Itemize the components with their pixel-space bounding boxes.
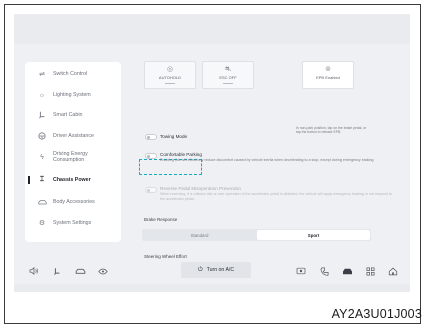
sliders-icon: ⇌ [39, 71, 45, 78]
sidebar-item-system-settings[interactable]: ⚙ System Settings [25, 214, 121, 232]
sidebar-item-label: Smart Cabin [53, 112, 83, 118]
apps-icon[interactable] [364, 265, 376, 277]
sidebar-item-body-accessories[interactable]: Body Accessories [25, 193, 121, 211]
esc-off-label: ESC OFF [219, 75, 237, 80]
home-icon[interactable] [387, 265, 399, 277]
seat-icon [37, 110, 47, 120]
comfortable-parking-toggle[interactable] [145, 153, 157, 159]
reverse-pedal-toggle[interactable] [145, 187, 157, 193]
towing-mode-label: Towing Mode [160, 134, 188, 139]
chassis-icon: ⌶ [39, 176, 45, 183]
reverse-pedal-label: Reverse Pedal Misoperation Prevention [160, 186, 241, 191]
sidebar-item-label: Lighting System [53, 92, 91, 98]
sidebar-item-label: System Settings [53, 220, 92, 226]
status-bar [14, 14, 410, 44]
epb-hint: In non-park position, tap on the brake p… [296, 126, 367, 135]
sidebar-item-label: Driver Assistance [53, 133, 94, 139]
esc-off-button[interactable]: ⛐ ESC OFF [202, 61, 254, 89]
bottom-band [14, 284, 410, 292]
brake-response-title: Brake Response [144, 217, 178, 222]
settings-sidebar: ⇌ Switch Control ☼ Lighting System Smart… [25, 62, 121, 242]
fan-icon[interactable] [97, 265, 109, 277]
volume-icon[interactable] [28, 265, 40, 277]
sidebar-item-label: Switch Control [53, 71, 88, 77]
bottom-dock: ⏻ Turn on A/C [18, 259, 406, 281]
epb-button[interactable]: ⊚ EPB Enabled [302, 61, 354, 89]
sidebar-item-driving-energy[interactable]: ϟ Driving Energy Consumption [25, 148, 121, 166]
esc-indicator [223, 83, 233, 84]
seat-icon[interactable] [51, 265, 63, 277]
ac-label: Turn on A/C [206, 267, 235, 273]
brake-sport-option[interactable]: Sport [257, 230, 370, 240]
sidebar-item-label: Chassis Power [53, 177, 91, 183]
sidebar-item-switch-control[interactable]: ⇌ Switch Control [25, 65, 121, 83]
phone-icon[interactable] [318, 265, 330, 277]
sun-icon: ☼ [38, 91, 46, 99]
energy-icon: ϟ [40, 153, 44, 161]
towing-mode-toggle[interactable] [145, 134, 157, 140]
sidebar-item-label: Driving Energy Consumption [53, 151, 88, 163]
gear-icon: ⚙ [38, 220, 46, 227]
steering-wheel-icon [37, 131, 47, 141]
autohold-button[interactable]: ◎ AUTOHOLD [144, 61, 196, 89]
comfortable-parking-desc: Enabling this will effectively reduce di… [160, 158, 374, 162]
settings-screen: ⇌ Switch Control ☼ Lighting System Smart… [14, 44, 410, 284]
power-icon: ⏻ [197, 266, 203, 273]
sidebar-item-smart-cabin[interactable]: Smart Cabin [25, 106, 121, 124]
car-icon[interactable] [74, 265, 86, 277]
sidebar-item-chassis-power[interactable]: ⌶ Chassis Power [25, 171, 121, 189]
media-icon[interactable] [295, 265, 307, 277]
epb-label: EPB Enabled [316, 75, 340, 80]
autohold-label: AUTOHOLD [158, 75, 182, 80]
epb-icon: ⊚ [325, 66, 331, 73]
autohold-indicator [165, 83, 175, 84]
sidebar-item-label: Body Accessories [53, 199, 95, 205]
sidebar-item-driver-assistance[interactable]: Driver Assistance [25, 127, 121, 145]
reverse-pedal-desc: When reversing, if a collision risk or u… [160, 192, 392, 201]
figure-code: AY2A3U01J003 [331, 307, 422, 321]
brake-response-selector: Standard Sport [142, 229, 371, 241]
brake-standard-option[interactable]: Standard [143, 230, 256, 240]
autohold-icon: ◎ [166, 66, 174, 73]
comfortable-parking-label: Comfortable Parking [160, 152, 202, 157]
car-icon [37, 197, 47, 207]
vehicle-icon[interactable] [341, 265, 353, 277]
esc-icon: ⛐ [224, 66, 232, 73]
sidebar-item-lighting-system[interactable]: ☼ Lighting System [25, 86, 121, 104]
turn-on-ac-button[interactable]: ⏻ Turn on A/C [181, 262, 251, 278]
